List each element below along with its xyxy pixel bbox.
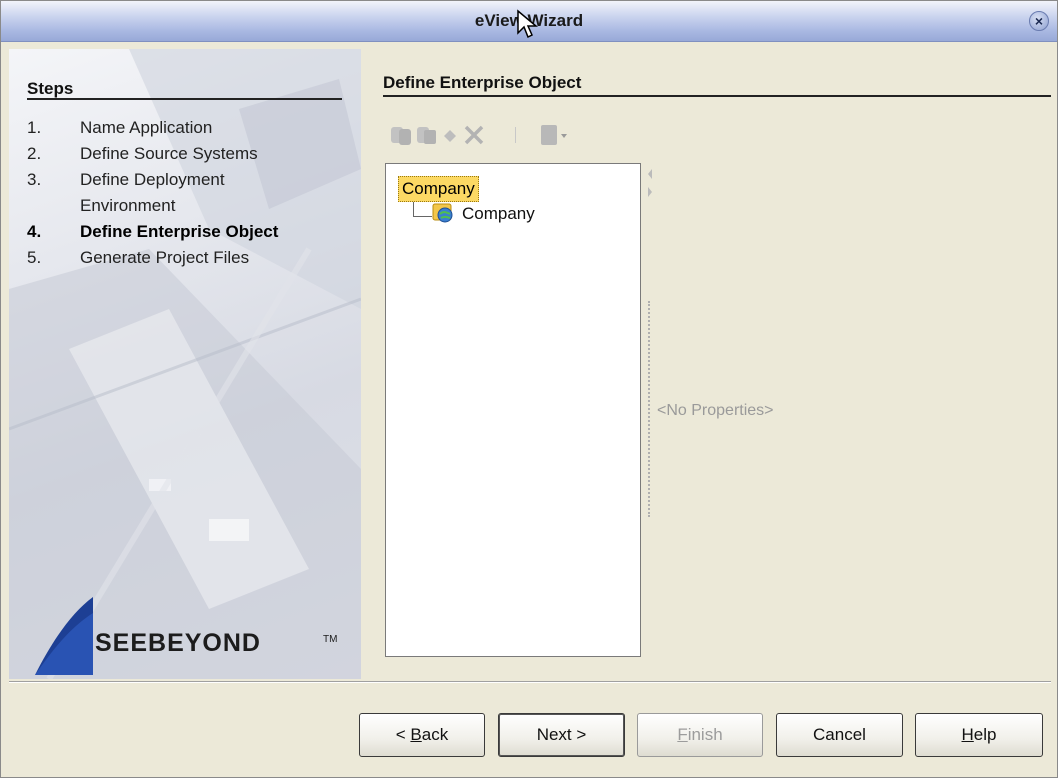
title-bar[interactable]: eView Wizard × [1,1,1057,42]
add-field-icon[interactable] [442,121,458,149]
step-number: 4. [27,222,42,241]
step-label: Environment [80,196,176,215]
step-number: 3. [27,170,42,189]
step-number: 5. [27,248,42,267]
tree-root-node[interactable]: Company [398,176,479,202]
next-button[interactable]: Next > [498,713,625,757]
help-button-label: elp [973,725,997,744]
step-label: Define Source Systems [80,144,258,163]
cancel-button[interactable]: Cancel [776,713,903,757]
step-label: Name Application [80,118,213,137]
back-button-prefix: < [395,725,411,744]
steps-divider [27,98,342,100]
close-icon[interactable]: × [1029,11,1049,31]
help-button-mnemonic: H [961,725,974,744]
footer-divider [9,681,1051,683]
tree-connector [413,202,432,217]
finish-button-mnemonic: F [677,725,688,744]
copy-icon[interactable] [389,121,415,149]
page-title: Define Enterprise Object [383,73,582,92]
wizard-window: eView Wizard × Steps 1. Name Application… [0,0,1058,778]
help-button[interactable]: Help [915,713,1043,757]
next-button-label: Next > [536,725,587,744]
logo-trademark: TM [323,634,338,645]
step-number: 2. [27,144,42,163]
properties-placeholder: <No Properties> [657,402,774,419]
step-label: Define Deployment [80,170,225,189]
object-node-icon [432,203,453,223]
paste-icon[interactable] [415,121,439,149]
step-label: Generate Project Files [80,248,250,267]
delete-icon[interactable] [461,121,487,149]
splitter-handle[interactable] [648,301,652,517]
tree-child-node[interactable]: Company [462,204,535,224]
step-label: Define Enterprise Object [80,222,279,241]
cancel-button-label: Cancel [813,725,866,744]
toolbar-separator [515,127,516,143]
title-divider [383,95,1051,97]
splitter-collapse-icon[interactable] [646,165,654,201]
back-button-label: ack [421,725,449,744]
finish-button[interactable]: Finish [637,713,763,757]
finish-button-label: inish [687,725,723,744]
object-tree[interactable]: Company Company [385,163,641,657]
steps-heading: Steps [27,79,74,98]
template-dropdown-icon[interactable] [537,121,571,149]
mouse-cursor-icon [517,9,538,39]
back-button[interactable]: < Back [359,713,485,757]
logo-wordmark: SEEBEYOND [95,629,261,657]
step-number: 1. [27,118,42,137]
back-button-mnemonic: B [410,725,422,744]
